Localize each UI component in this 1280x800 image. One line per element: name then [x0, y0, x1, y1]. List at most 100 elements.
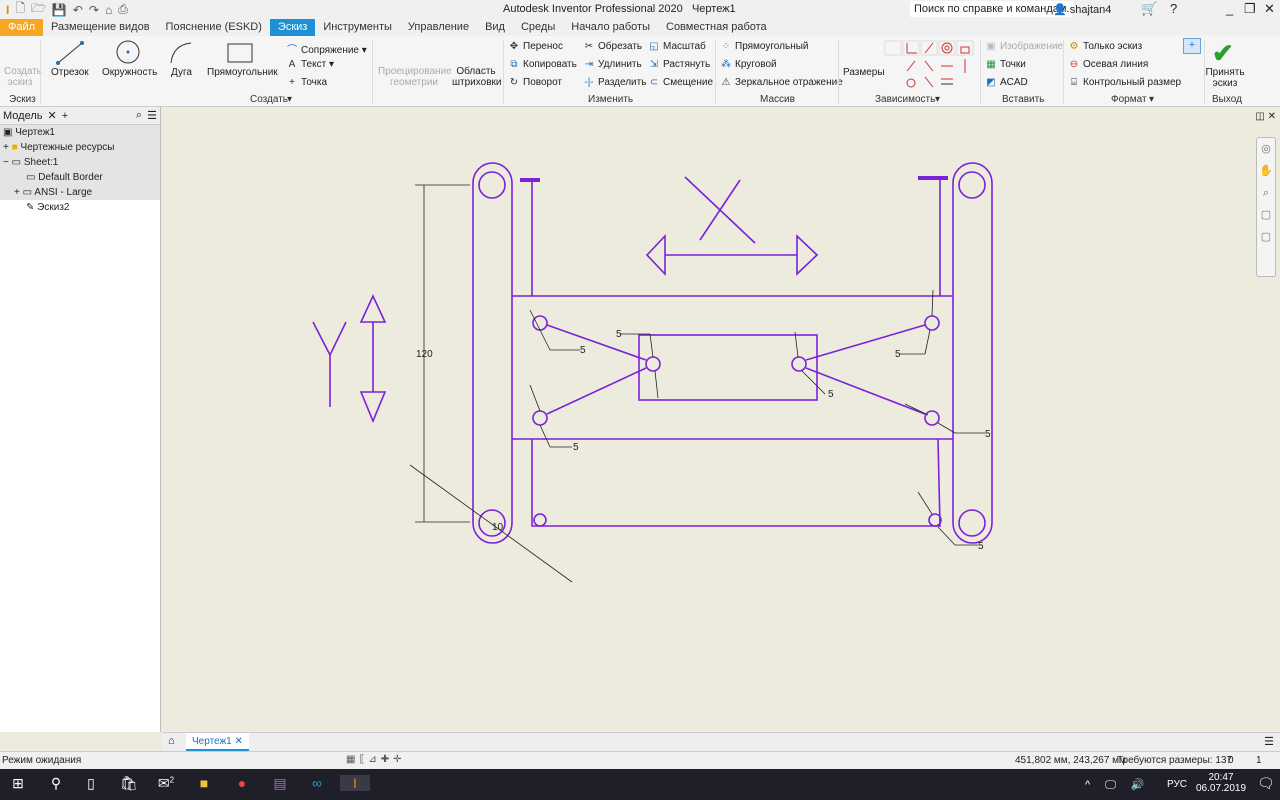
clock[interactable]: 20:47 06.07.2019 [1196, 772, 1246, 794]
split-button[interactable]: -|- Разделить [583, 77, 646, 88]
acad-icon: ◩ [986, 77, 996, 88]
scale-icon: ◱ [649, 41, 659, 52]
tab-collaborate[interactable]: Совместная работа [658, 19, 775, 36]
winrar-icon[interactable]: ▤ [265, 775, 295, 792]
copy-button[interactable]: ⧉ Копировать [508, 59, 576, 70]
help-icon[interactable]: ? [1170, 1, 1177, 16]
minimize-button[interactable]: _ [1226, 1, 1233, 16]
sketch-only-button[interactable]: ⚙ Только эскиз [1068, 41, 1143, 52]
language-indicator[interactable]: РУС [1167, 779, 1187, 790]
open-icon[interactable]: 🗁 [31, 0, 46, 20]
redo-icon[interactable]: ↷ [89, 3, 99, 17]
line-button[interactable]: Отрезок [51, 67, 89, 78]
tab-environments[interactable]: Среды [513, 19, 563, 36]
menu-icon[interactable]: ☰ [147, 109, 157, 122]
orbit-icon[interactable]: ▢ [1257, 204, 1275, 226]
look-at-icon[interactable]: ▢ [1257, 226, 1275, 248]
store-icon[interactable]: 🛍 [114, 775, 144, 792]
group-label-create: Создать [250, 94, 289, 105]
tree-node-title-block[interactable]: + ▭ ANSI - Large [0, 185, 160, 200]
finish-sketch-button[interactable]: Принять эскиз [1205, 67, 1245, 89]
home-icon[interactable]: ⌂ [105, 3, 112, 17]
text-button[interactable]: A Текст ▾ [286, 59, 334, 70]
task-view-icon[interactable]: ▯ [76, 775, 106, 792]
tab-annotate[interactable]: Пояснение (ESKD) [158, 19, 270, 36]
help-search-input[interactable]: Поиск по справке и командам. [910, 1, 1074, 17]
close-button[interactable]: ✕ [1264, 1, 1275, 17]
rect-pattern-button[interactable]: ⁘ Прямоугольный [720, 41, 809, 52]
circle-button[interactable]: Окружность [102, 67, 157, 78]
tree-node-sheet[interactable]: − ▭ Sheet:1 [0, 155, 160, 170]
tree-node-border[interactable]: ▭ Default Border [0, 170, 160, 185]
zoom-icon[interactable]: ⌕ [1257, 182, 1275, 204]
search-icon[interactable]: ⌕ [136, 109, 142, 122]
rectangle-button[interactable]: Прямоугольник [207, 67, 278, 78]
project-geometry-button[interactable]: Проецирование геометрии [378, 66, 452, 88]
tab-file[interactable]: Файл [0, 19, 44, 36]
restore-button[interactable]: ❐ [1244, 1, 1256, 17]
pan-icon[interactable]: ✋ [1257, 160, 1275, 182]
tree-node-drawing[interactable]: ▣ Чертеж1 [0, 125, 160, 140]
explorer-icon[interactable]: ■ [189, 775, 219, 791]
notifications-icon[interactable]: 🗨 [1257, 775, 1275, 792]
start-icon[interactable]: ⊞ [3, 775, 33, 792]
stretch-button[interactable]: ⇲ Растянуть [648, 59, 710, 70]
tabs-menu-icon[interactable]: ☰ [1264, 735, 1274, 748]
tab-get-started[interactable]: Начало работы [563, 19, 658, 36]
construction-toggle[interactable]: + [1183, 38, 1201, 54]
image-button[interactable]: ▣ Изображение [985, 41, 1063, 52]
home-tab-icon[interactable]: ⌂ [168, 735, 175, 747]
tab-tools[interactable]: Инструменты [315, 19, 400, 36]
canvas-menu-icon[interactable]: ◫ ✕ [1255, 111, 1276, 122]
offset-button[interactable]: ⊂ Смещение [648, 77, 713, 88]
undo-icon[interactable]: ↶ [73, 3, 83, 17]
dimension-120[interactable]: 120 [416, 349, 433, 360]
dimension-button[interactable]: Размеры [843, 67, 885, 78]
constraint-icons-grid[interactable] [883, 39, 975, 91]
rotate-button[interactable]: ↻ Поворот [508, 77, 562, 88]
browser-tab-model[interactable]: Модель [3, 110, 42, 122]
user-account[interactable]: 👤 shajtan4 [1053, 3, 1111, 16]
steering-wheel-icon[interactable]: ◎ [1257, 138, 1275, 160]
tree-node-resources[interactable]: + ■ Чертежные ресурсы [0, 140, 160, 155]
search-taskbar-icon[interactable]: ⚲ [41, 775, 71, 792]
create-sketch-button[interactable]: Создать эскиз [4, 66, 42, 88]
chrome-icon[interactable]: ● [227, 775, 257, 791]
mail-icon[interactable]: ✉2 [151, 775, 181, 792]
points-icon: ▦ [986, 59, 996, 70]
scale-button[interactable]: ◱ Масштаб [648, 41, 706, 52]
centerline-button[interactable]: ⊖ Осевая линия [1068, 59, 1148, 70]
doc-tab-drawing[interactable]: Чертеж1 ✕ [186, 733, 249, 751]
acad-button[interactable]: ◩ ACAD [985, 77, 1028, 88]
hatch-button[interactable]: Область штриховки [452, 66, 501, 88]
inventor-taskbar-icon[interactable]: I [340, 775, 370, 791]
add-icon[interactable]: + [62, 110, 68, 122]
dimension-diameter[interactable]: 10 [492, 522, 504, 533]
tab-place-views[interactable]: Размещение видов [43, 19, 158, 36]
snap-tools-icons[interactable]: ▦⟦⊿✚✛ [346, 754, 406, 765]
tray-icons[interactable]: ^ 🖵 🔊 [1085, 778, 1151, 792]
trim-button[interactable]: ✂ Обрезать [583, 41, 642, 52]
circ-pattern-button[interactable]: ⁂ Круговой [720, 59, 777, 70]
fillet-button[interactable]: ⌒ Сопряжение ▾ [286, 41, 367, 56]
sketch-only-icon: ⚙ [1069, 41, 1079, 52]
arc-button[interactable]: Дуга [171, 67, 192, 78]
point-button[interactable]: + Точка [286, 77, 327, 88]
tab-sketch[interactable]: Эскиз [269, 19, 316, 36]
move-button[interactable]: ✥ Перенос [508, 41, 563, 52]
tab-view[interactable]: Вид [477, 19, 513, 36]
tree-node-sketch[interactable]: ✎ Эскиз2 [0, 200, 160, 215]
save-icon[interactable]: 💾 [52, 3, 67, 17]
title-bar: I 🗋 🗁 💾 ↶ ↷ ⌂ ⎙ Autodesk Inventor Profes… [0, 0, 1280, 19]
driven-dimension-button[interactable]: ⌸ Контрольный размер [1068, 77, 1181, 88]
points-button[interactable]: ▦ Точки [985, 59, 1026, 70]
new-icon[interactable]: 🗋 [15, 0, 25, 20]
mirror-button[interactable]: ⚠ Зеркальное отражение [720, 77, 843, 88]
tab-manage[interactable]: Управление [400, 19, 477, 36]
graphics-canvas[interactable]: 120 10 5 5 5 5 5 5 5 ◫ ✕ ◎ ✋ ⌕ ▢ ▢ [162, 107, 1280, 732]
print-icon[interactable]: ⎙ [118, 2, 128, 17]
close-icon[interactable]: ✕ [47, 109, 56, 122]
extend-button[interactable]: ⇥ Удлинить [583, 59, 642, 70]
cart-icon[interactable]: 🛒 [1141, 1, 1157, 17]
arduino-icon[interactable]: ∞ [302, 775, 332, 791]
